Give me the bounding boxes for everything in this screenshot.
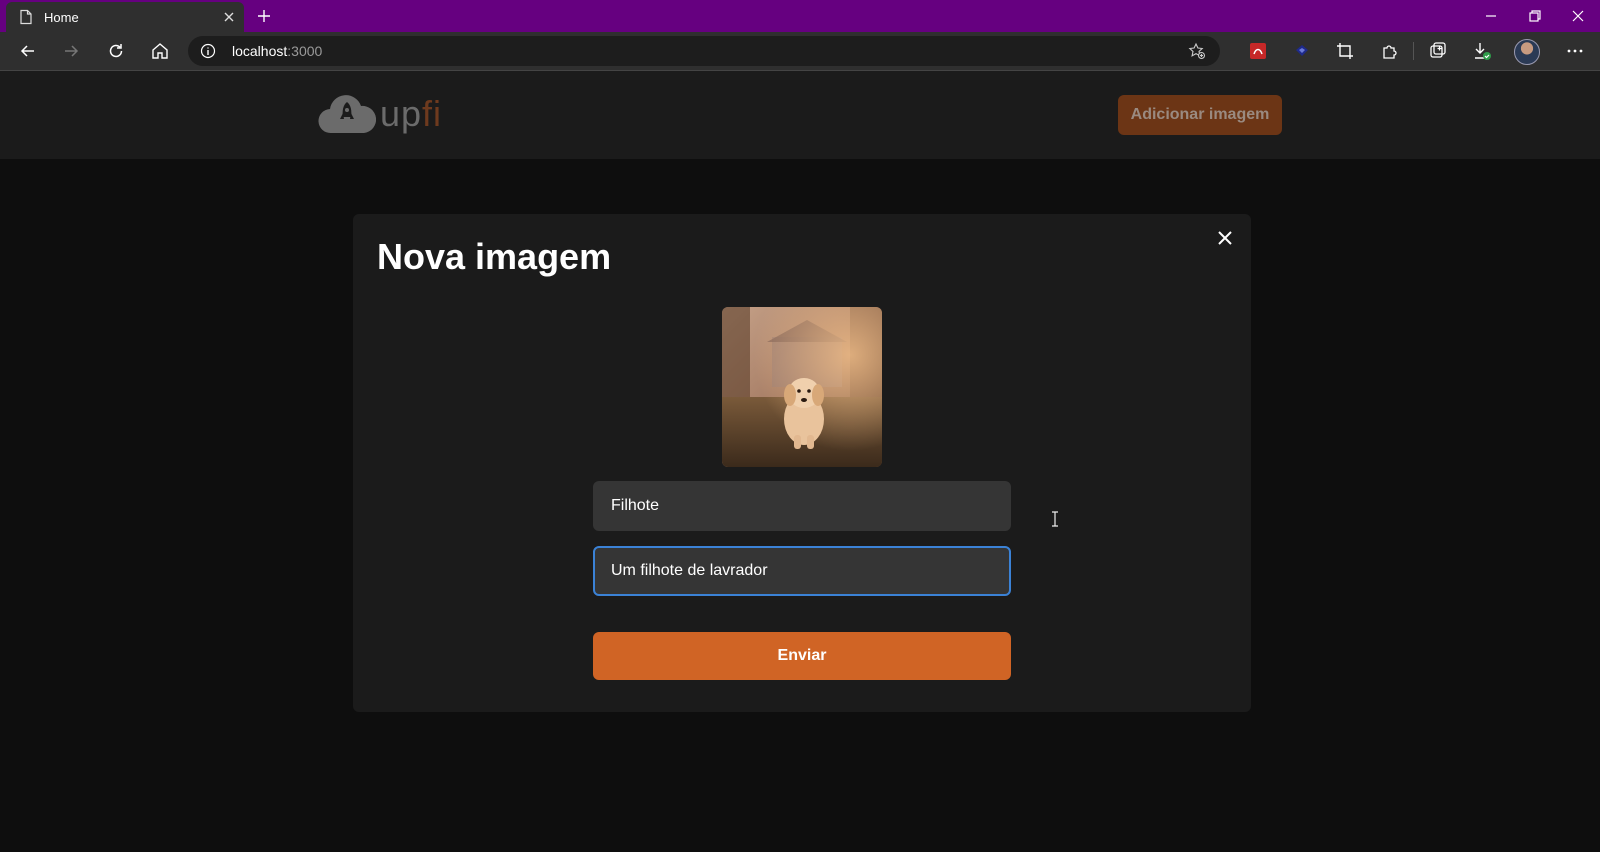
info-icon[interactable] <box>200 43 216 59</box>
description-field[interactable] <box>593 546 1011 596</box>
page-icon <box>20 9 32 25</box>
extension-red-icon[interactable] <box>1248 41 1268 61</box>
tab-home[interactable]: Home <box>6 2 244 32</box>
submit-button[interactable]: Enviar <box>593 632 1011 680</box>
title-input[interactable] <box>611 483 991 529</box>
text-cursor-icon <box>1052 511 1058 527</box>
url-text: localhost:3000 <box>232 43 322 59</box>
modal-title: Nova imagem <box>377 236 612 277</box>
toolbar-separator <box>1413 42 1414 60</box>
close-icon[interactable] <box>1215 228 1235 248</box>
image-preview[interactable] <box>722 307 882 467</box>
forward-arrow-icon[interactable] <box>61 41 81 61</box>
screenshot-crop-icon[interactable] <box>1335 41 1355 61</box>
refresh-icon[interactable] <box>106 41 126 61</box>
profile-avatar[interactable] <box>1514 39 1540 65</box>
add-favorite-icon[interactable] <box>1188 42 1206 60</box>
restore-icon[interactable] <box>1525 6 1545 26</box>
logo-wordmark: upfi <box>380 93 442 135</box>
extensions-puzzle-icon[interactable] <box>1380 41 1400 61</box>
extension-blue-diamond-icon[interactable] <box>1292 41 1312 61</box>
cloud-rocket-icon <box>318 95 376 134</box>
upfi-logo[interactable]: upfi <box>318 91 448 137</box>
app-header: upfi Adicionar imagem <box>0 71 1600 159</box>
new-image-modal: Nova imagem Filhote Um filhote de lavrad… <box>353 214 1251 712</box>
title-field[interactable] <box>593 481 1011 531</box>
minimize-icon[interactable] <box>1481 6 1501 26</box>
close-window-icon[interactable] <box>1568 6 1588 26</box>
new-tab-plus-icon[interactable] <box>256 8 272 24</box>
url-port: :3000 <box>287 43 323 59</box>
browser-toolbar: localhost:3000 <box>0 32 1600 71</box>
logo-up-text: up <box>380 93 423 134</box>
downloads-icon[interactable] <box>1472 41 1492 61</box>
home-icon[interactable] <box>150 41 170 61</box>
puppy-photo <box>722 307 882 467</box>
url-host: localhost <box>232 43 288 59</box>
collections-icon[interactable] <box>1428 41 1448 61</box>
back-arrow-icon[interactable] <box>18 41 38 61</box>
tab-close-icon[interactable] <box>222 10 236 24</box>
logo-fi-text: fi <box>422 93 443 134</box>
tab-title: Home <box>44 10 79 25</box>
browser-tab-strip: Home <box>0 0 1600 32</box>
add-image-button[interactable]: Adicionar imagem <box>1118 95 1282 135</box>
description-input[interactable] <box>611 548 991 594</box>
more-options-icon[interactable] <box>1565 41 1585 61</box>
address-bar[interactable]: localhost:3000 <box>188 36 1220 66</box>
